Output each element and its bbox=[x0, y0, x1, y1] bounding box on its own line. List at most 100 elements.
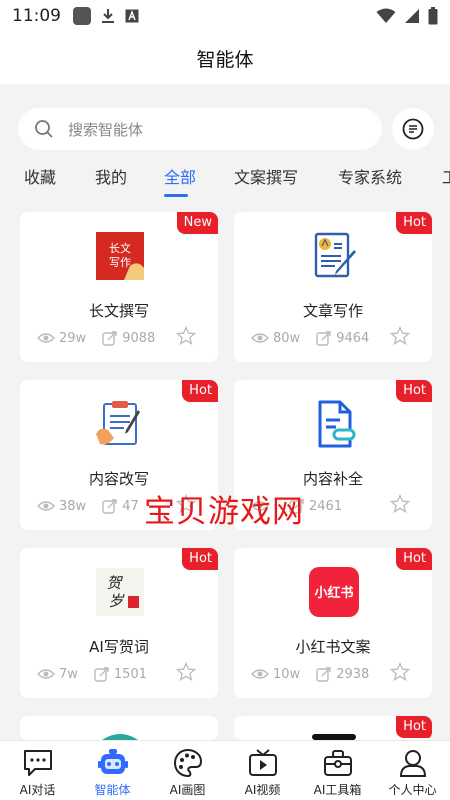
chat-icon bbox=[23, 750, 52, 776]
search-icon bbox=[35, 120, 53, 138]
agent-card-xiaohongshu[interactable]: Hot 小红书 小红书文案 10w 2938 bbox=[234, 548, 432, 698]
status-bar: 11:09 bbox=[0, 0, 450, 32]
agent-card-partial[interactable]: Hot bbox=[234, 716, 432, 740]
nav-ai-video[interactable]: AI视频 bbox=[225, 741, 300, 800]
article-writing-icon bbox=[314, 232, 356, 278]
category-tabs: 收藏 我的 全部 文案撰写 专家系统 工 bbox=[0, 162, 450, 202]
tab-expert-system[interactable]: 专家系统 bbox=[338, 164, 402, 188]
eye-icon bbox=[37, 669, 55, 679]
use-count: 9464 bbox=[336, 330, 370, 346]
card-stats: 7w 1501 bbox=[37, 664, 147, 684]
card-title: 长文撰写 bbox=[88, 302, 149, 320]
xiaohongshu-icon: 小红书 bbox=[309, 567, 359, 617]
long-text-writing-icon: 长文 写作 bbox=[96, 232, 144, 280]
agent-card-partial[interactable] bbox=[20, 716, 218, 740]
card-title: 文章写作 bbox=[302, 302, 363, 320]
card-stats: 10w 2938 bbox=[251, 664, 369, 684]
status-time: 11:09 bbox=[12, 6, 61, 26]
agent-card-article-writing[interactable]: Hot 文章写作 80w 9464 bbox=[234, 212, 432, 362]
hot-badge: Hot bbox=[396, 380, 432, 402]
card-title: 小红书文案 bbox=[295, 638, 371, 656]
tab-copywriting[interactable]: 文案撰写 bbox=[234, 164, 298, 188]
nav-label: 个人中心 bbox=[388, 783, 437, 797]
tab-tools[interactable]: 工 bbox=[442, 164, 450, 188]
svg-text:贺: 贺 bbox=[106, 574, 123, 592]
nav-label: AI视频 bbox=[244, 783, 281, 797]
search-input[interactable]: 搜索智能体 bbox=[18, 108, 382, 150]
card-stats: 38w 47 bbox=[37, 496, 139, 516]
nav-label: AI工具箱 bbox=[313, 783, 362, 797]
messages-button[interactable] bbox=[392, 108, 434, 150]
new-badge: New bbox=[176, 212, 218, 234]
view-count: 80w bbox=[273, 330, 301, 346]
use-count: 1501 bbox=[113, 666, 147, 682]
svg-text:小红书: 小红书 bbox=[314, 585, 353, 601]
wifi-icon bbox=[376, 8, 396, 23]
eye-icon bbox=[37, 501, 55, 511]
page-header: 智能体 bbox=[0, 32, 450, 84]
hot-badge: Hot bbox=[182, 380, 218, 402]
toolbox-icon bbox=[323, 750, 352, 776]
svg-text:岁: 岁 bbox=[108, 592, 125, 610]
content-complete-icon bbox=[318, 400, 356, 448]
status-indicators bbox=[376, 7, 438, 25]
hot-badge: Hot bbox=[396, 716, 432, 738]
battery-icon bbox=[428, 7, 438, 25]
nav-ai-chat[interactable]: AI对话 bbox=[0, 741, 75, 800]
font-a-icon bbox=[125, 9, 139, 23]
search-placeholder: 搜索智能体 bbox=[68, 120, 144, 139]
card-stats: 80w 9464 bbox=[251, 328, 369, 348]
nav-ai-toolbox[interactable]: AI工具箱 bbox=[300, 741, 375, 800]
share-icon bbox=[102, 499, 117, 514]
active-tab-indicator bbox=[164, 194, 188, 197]
view-count: 38w bbox=[59, 498, 87, 514]
eye-icon bbox=[251, 669, 269, 679]
favorite-star-icon[interactable] bbox=[390, 494, 410, 514]
video-icon bbox=[248, 749, 277, 776]
view-count: 29w bbox=[59, 330, 87, 346]
content-rewrite-icon bbox=[96, 401, 140, 445]
card-stats: 29w 9088 bbox=[37, 328, 155, 348]
nav-ai-drawing[interactable]: AI画图 bbox=[150, 741, 225, 800]
signal-icon bbox=[405, 9, 419, 23]
page-title: 智能体 bbox=[196, 48, 254, 71]
nav-label: AI画图 bbox=[169, 783, 206, 797]
svg-text:写作: 写作 bbox=[109, 256, 131, 269]
use-count: 47 bbox=[122, 498, 139, 514]
app-notification-icon bbox=[73, 7, 91, 25]
share-icon bbox=[316, 667, 331, 682]
bottom-nav: AI对话 智能体 AI画图 AI视频 AI工具箱 个人中心 bbox=[0, 740, 450, 800]
favorite-star-icon[interactable] bbox=[390, 326, 410, 346]
eye-icon bbox=[251, 333, 269, 343]
greeting-writing-icon: 贺 岁 bbox=[96, 568, 144, 616]
tab-mine[interactable]: 我的 bbox=[95, 164, 127, 188]
nav-profile[interactable]: 个人中心 bbox=[375, 741, 450, 800]
share-icon bbox=[316, 331, 331, 346]
nav-label: 智能体 bbox=[94, 783, 131, 797]
favorite-star-icon[interactable] bbox=[176, 326, 196, 346]
hot-badge: Hot bbox=[396, 548, 432, 570]
partial-card-icon bbox=[102, 734, 138, 740]
agent-card-greeting-writing[interactable]: Hot 贺 岁 AI写贺词 7w 1501 bbox=[20, 548, 218, 698]
tab-favorites[interactable]: 收藏 bbox=[24, 164, 56, 188]
use-count: 2461 bbox=[309, 498, 343, 514]
message-list-icon bbox=[402, 118, 424, 140]
nav-agents[interactable]: 智能体 bbox=[75, 741, 150, 800]
download-icon bbox=[102, 9, 114, 23]
favorite-star-icon[interactable] bbox=[390, 662, 410, 682]
svg-text:长文: 长文 bbox=[109, 241, 131, 255]
share-icon bbox=[102, 331, 117, 346]
tab-all[interactable]: 全部 bbox=[164, 164, 196, 188]
view-count: 7w bbox=[59, 666, 78, 682]
watermark-text: 宝贝游戏网 bbox=[144, 494, 304, 530]
palette-icon bbox=[173, 748, 202, 778]
share-icon bbox=[94, 667, 109, 682]
view-count: 10w bbox=[273, 666, 301, 682]
hot-badge: Hot bbox=[396, 212, 432, 234]
person-icon bbox=[399, 750, 426, 777]
eye-icon bbox=[37, 333, 55, 343]
use-count: 2938 bbox=[336, 666, 370, 682]
card-title: AI写贺词 bbox=[89, 638, 149, 656]
favorite-star-icon[interactable] bbox=[176, 662, 196, 682]
agent-card-long-text[interactable]: New 长文 写作 长文撰写 29w 9088 bbox=[20, 212, 218, 362]
